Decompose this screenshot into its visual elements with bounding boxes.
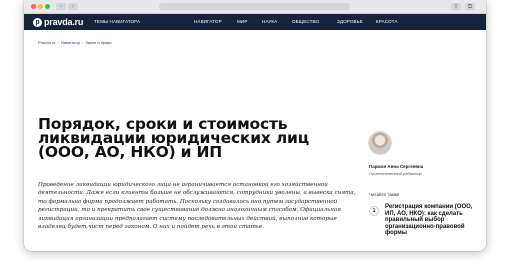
browser-window: ‹ › ⇧ ⧉ p pravda.ru ТЕМЫ НАВИГАТОРА НАВИ… — [24, 0, 486, 251]
breadcrumb-navigator[interactable]: Навигатор — [61, 40, 80, 45]
nav-item-society[interactable]: ОБЩЕСТВО — [292, 19, 319, 24]
share-icon[interactable]: ⇧ — [451, 3, 461, 10]
maximize-window-button[interactable] — [45, 4, 50, 9]
author-role: Ответственный редактор — [369, 171, 422, 176]
close-window-button[interactable] — [31, 4, 36, 9]
nav-item-topics[interactable]: ТЕМЫ НАВИГАТОРА — [94, 19, 140, 24]
read-also-heading: Читайте также — [369, 192, 400, 197]
tabs-icon[interactable]: ⧉ — [465, 3, 475, 10]
breadcrumb-separator: • — [57, 40, 59, 45]
breadcrumb-law[interactable]: Закон и право — [85, 40, 111, 45]
address-bar[interactable] — [159, 3, 350, 10]
minimize-window-button[interactable] — [38, 4, 43, 9]
logo-icon: p — [33, 17, 42, 27]
breadcrumb: Pravda.ru • Навигатор • Закон и право — [38, 40, 112, 45]
logo-text: pravda.ru — [44, 17, 84, 27]
nav-item-beauty[interactable]: КРАСОТА — [376, 19, 398, 24]
back-button[interactable]: ‹ — [56, 3, 66, 10]
related-number-badge: 1 — [369, 206, 379, 216]
breadcrumb-home[interactable]: Pravda.ru — [38, 40, 55, 45]
site-logo[interactable]: p pravda.ru — [33, 17, 83, 27]
nav-item-health[interactable]: ЗДОРОВЬЕ — [337, 19, 363, 24]
nav-item-navigator[interactable]: НАВИГАТОР — [194, 19, 222, 24]
article-title: Порядок, сроки и стоимость ликвидации юр… — [38, 115, 310, 161]
browser-titlebar: ‹ › ⇧ ⧉ — [24, 0, 486, 14]
nav-item-science[interactable]: НАУКА — [262, 19, 277, 24]
forward-button[interactable]: › — [68, 3, 78, 10]
author-name[interactable]: Пармон Анна Сергеевна — [369, 164, 423, 169]
nav-item-world[interactable]: МИР — [237, 19, 248, 24]
site-navbar: p pravda.ru ТЕМЫ НАВИГАТОРА НАВИГАТОР МИ… — [24, 14, 486, 30]
author-avatar[interactable] — [369, 132, 391, 154]
breadcrumb-separator: • — [81, 40, 84, 45]
related-article-link[interactable]: Регистрация компании (ООО, ИП, АО, НКО):… — [385, 204, 480, 237]
article-lead: Проведение ликвидации юридического лица … — [38, 182, 356, 231]
